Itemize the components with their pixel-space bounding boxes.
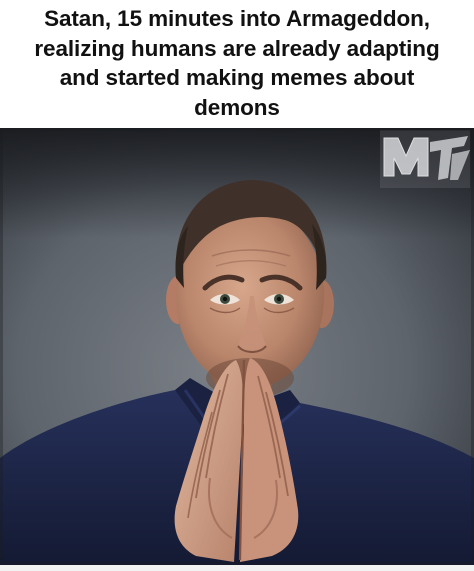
caption-line-4: demons — [194, 94, 280, 120]
caption-line-3: and started making memes about — [59, 65, 415, 90]
meme-photo — [0, 128, 474, 565]
bottom-border — [0, 565, 474, 571]
caption-line-2: realizing humans are already adapting — [34, 35, 440, 61]
caption-line-1: Satan, 15 minutes into Armageddon, — [44, 6, 430, 31]
meme-image: Satan, 15 minutes into Armageddon, reali… — [0, 0, 474, 571]
meme-caption: Satan, 15 minutes into Armageddon, reali… — [0, 0, 474, 130]
mtv-logo-icon — [380, 130, 470, 188]
